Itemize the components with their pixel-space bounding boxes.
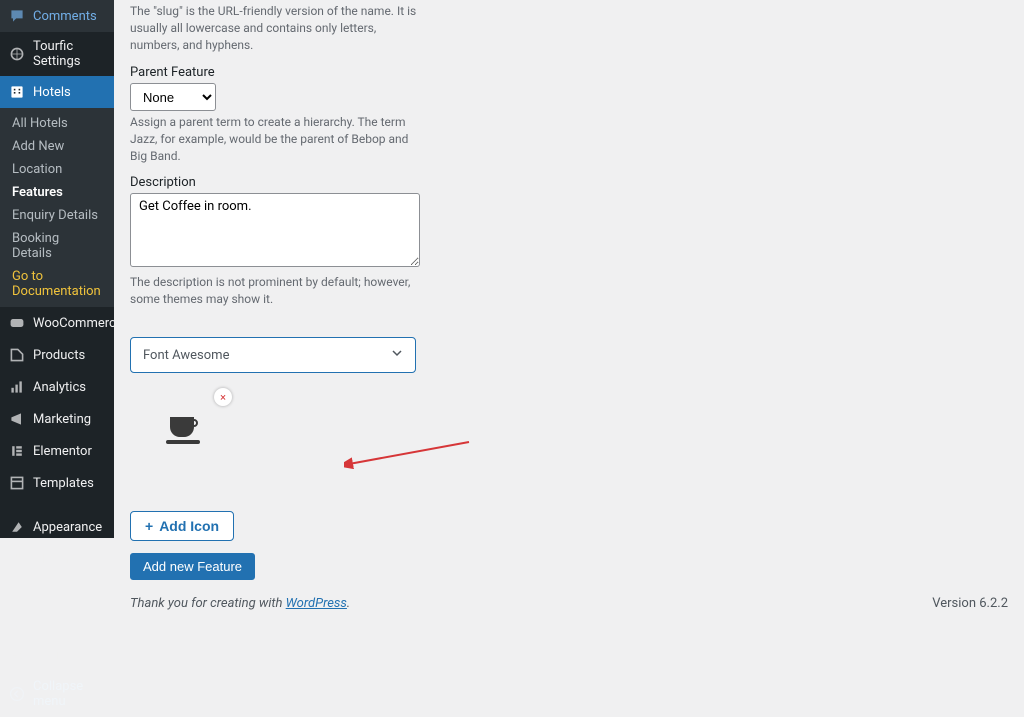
description-textarea[interactable]: [130, 193, 420, 267]
elementor-icon: [8, 442, 26, 460]
description-help: The description is not prominent by defa…: [130, 274, 420, 308]
tools-icon: [8, 614, 26, 632]
footer-wordpress-link[interactable]: WordPress: [286, 596, 347, 611]
menu-label: Marketing: [33, 412, 91, 427]
submenu-item-all-hotels[interactable]: All Hotels: [0, 112, 114, 135]
parent-select[interactable]: None: [130, 83, 216, 111]
submenu-item-go-to-documentation[interactable]: Go to Documentation: [0, 265, 114, 303]
description-label: Description: [130, 175, 420, 190]
admin-sidebar: Comments Tourfic Settings Hotels All Hotels…: [0, 0, 114, 538]
menu-item-woocommerce[interactable]: WooCommerce: [0, 307, 114, 339]
menu-item-tourfic-settings[interactable]: Tourfic Settings: [0, 32, 114, 76]
collapse-icon: [8, 685, 26, 703]
submenu-item-location[interactable]: Location: [0, 158, 114, 181]
settings-icon: [8, 646, 26, 664]
parent-help: Assign a parent term to create a hierarc…: [130, 114, 420, 164]
menu-item-users[interactable]: Users: [0, 575, 114, 607]
admin-footer: Thank you for creating with WordPress. V…: [130, 580, 1008, 617]
collapse-menu[interactable]: Collapse menu: [0, 671, 114, 717]
users-icon: [8, 582, 26, 600]
menu-label: Plugins: [33, 552, 76, 567]
menu-label: Users: [33, 584, 66, 599]
menu-item-plugins[interactable]: Plugins: [0, 543, 114, 575]
menu-label: WooCommerce: [33, 316, 123, 331]
menu-item-products[interactable]: Products: [0, 339, 114, 371]
add-icon-label: Add Icon: [159, 518, 219, 534]
footer-thanks-prefix: Thank you for creating with: [130, 596, 286, 611]
menu-item-comments[interactable]: Comments: [0, 0, 114, 32]
appearance-icon: [8, 518, 26, 536]
menu-item-marketing[interactable]: Marketing: [0, 403, 114, 435]
menu-label: Elementor: [33, 444, 92, 459]
hotel-icon: [8, 83, 26, 101]
remove-icon-button[interactable]: ×: [214, 388, 232, 406]
submenu: All HotelsAdd NewLocationFeaturesEnquiry…: [0, 108, 114, 307]
menu-label: Appearance: [33, 520, 102, 535]
submenu-item-booking-details[interactable]: Booking Details: [0, 227, 114, 265]
slug-help: The "slug" is the URL-friendly version o…: [130, 3, 420, 53]
marketing-icon: [8, 410, 26, 428]
menu-label: Settings: [33, 648, 80, 663]
menu-label: Products: [33, 348, 85, 363]
selected-icon-preview: ×: [148, 397, 224, 465]
menu-item-hotels[interactable]: Hotels: [0, 76, 114, 108]
submenu-item-features[interactable]: Features: [0, 181, 114, 204]
icon-family-label: Font Awesome: [143, 348, 229, 363]
tourfic-icon: [8, 45, 26, 63]
menu-label: Templates: [33, 476, 94, 491]
menu-item-templates[interactable]: Templates: [0, 467, 114, 499]
menu-item-analytics[interactable]: Analytics: [0, 371, 114, 403]
parent-label: Parent Feature: [130, 65, 420, 80]
footer-version: Version 6.2.2: [932, 596, 1008, 611]
template-icon: [8, 474, 26, 492]
menu-label: Tourfic Settings: [33, 39, 106, 69]
coffee-icon: [166, 413, 206, 449]
submenu-item-enquiry-details[interactable]: Enquiry Details: [0, 204, 114, 227]
plus-icon: +: [145, 518, 153, 534]
menu-item-appearance[interactable]: Appearance: [0, 511, 114, 543]
comment-icon: [8, 7, 26, 25]
add-new-feature-button[interactable]: Add new Feature: [130, 553, 255, 580]
menu-item-settings[interactable]: Settings: [0, 639, 114, 671]
chevron-down-icon: [391, 347, 403, 363]
menu-label: Tools: [33, 616, 65, 631]
menu-label: Comments: [33, 9, 97, 24]
menu-item-elementor[interactable]: Elementor: [0, 435, 114, 467]
menu-item-tools[interactable]: Tools: [0, 607, 114, 639]
main-content: The "slug" is the URL-friendly version o…: [114, 0, 1024, 538]
menu-label: Hotels: [33, 85, 71, 100]
woo-icon: [8, 314, 26, 332]
submenu-item-add-new[interactable]: Add New: [0, 135, 114, 158]
plugins-icon: [8, 550, 26, 568]
analytics-icon: [8, 378, 26, 396]
icon-family-select[interactable]: Font Awesome: [130, 337, 416, 373]
add-icon-button[interactable]: + Add Icon: [130, 511, 234, 541]
collapse-label: Collapse menu: [33, 679, 106, 709]
close-icon: ×: [220, 391, 226, 404]
product-icon: [8, 346, 26, 364]
menu-label: Analytics: [33, 380, 86, 395]
